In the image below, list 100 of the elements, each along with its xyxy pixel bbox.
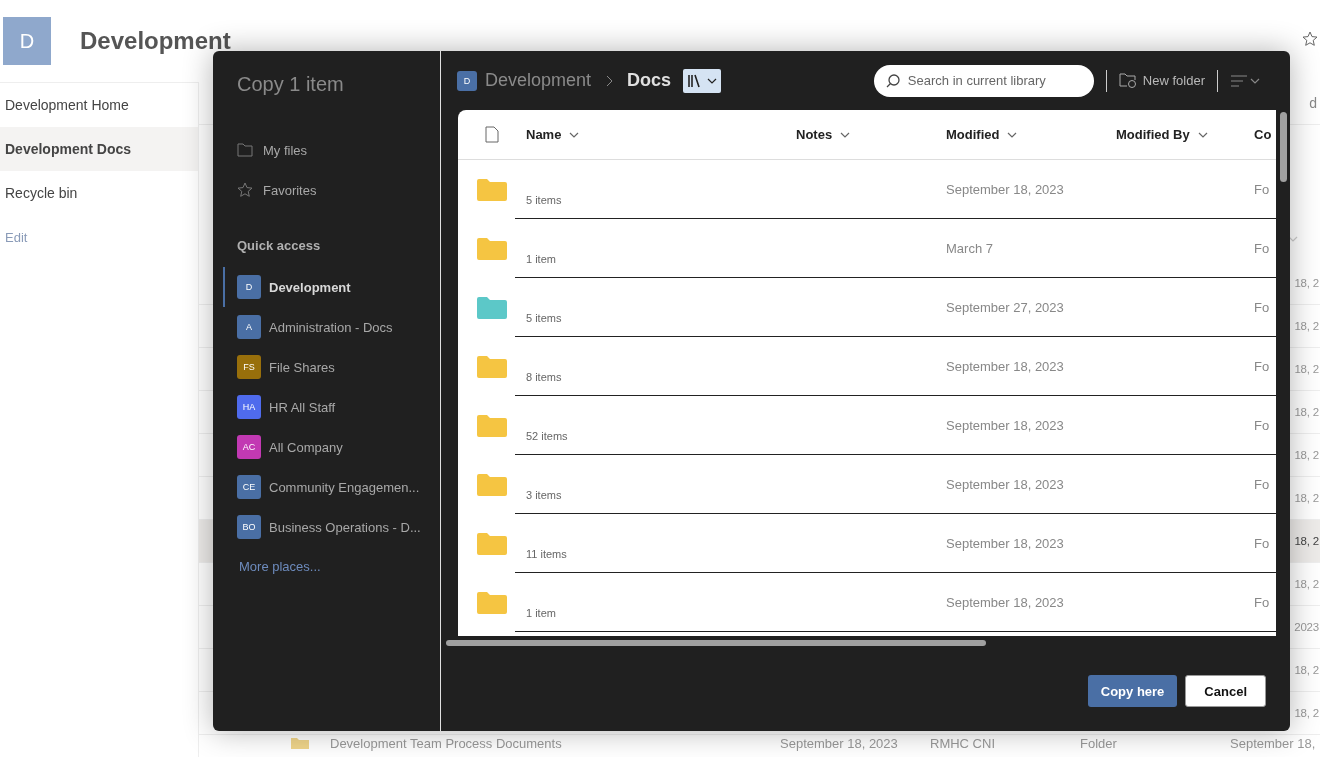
column-header[interactable]: Modified [946, 127, 1018, 142]
folder-row[interactable]: 1 item September 18, 2023 Fo [458, 573, 1276, 632]
quick-access-item[interactable]: HA HR All Staff [223, 387, 440, 427]
date-text: 18, 2 [1294, 320, 1320, 332]
folder-row[interactable]: 3 items September 18, 2023 Fo [458, 455, 1276, 514]
item-count: 5 items [526, 311, 562, 324]
item-count: 1 item [526, 252, 556, 265]
date-text: 18, 2 [1294, 363, 1320, 375]
breadcrumb-link[interactable]: Development [485, 70, 592, 91]
modified-date: March 7 [946, 241, 993, 256]
site-badge: CE [237, 475, 261, 499]
chevron-down-icon [569, 131, 580, 138]
site-badge: A [237, 315, 261, 339]
section-title: Quick access [237, 238, 322, 253]
column-header[interactable]: Notes [796, 127, 851, 142]
star-icon[interactable] [1302, 31, 1318, 47]
column-header: d [1309, 95, 1317, 111]
quick-access-item[interactable]: FS File Shares [223, 347, 440, 387]
item-count: 52 items [526, 429, 568, 442]
date-text: September 18, [1230, 735, 1317, 751]
date-text: 2023 [1294, 621, 1320, 633]
site-name: Development [269, 279, 351, 295]
folder-row[interactable]: 5 items September 27, 2023 Fo [458, 278, 1276, 337]
type-text: Fo [1254, 536, 1270, 551]
folder-add-icon [1118, 73, 1137, 88]
chevron-down-icon [1250, 77, 1260, 84]
date-text: 18, 2 [1294, 535, 1320, 547]
site-name: Administration - Docs [269, 319, 393, 335]
chevron-down-icon [1007, 131, 1018, 138]
view-menu-button[interactable] [1230, 74, 1260, 87]
nav-item[interactable]: Development Home [0, 83, 198, 127]
site-logo: D [3, 17, 51, 65]
type-text: Fo [1254, 418, 1270, 433]
type-text: Folder [1080, 735, 1118, 751]
modified-text: September 18, 2023 [780, 735, 899, 751]
site-badge: D [237, 275, 261, 299]
type-text: Fo [1254, 182, 1270, 197]
place-item[interactable]: Favorites [237, 170, 440, 210]
item-count: 3 items [526, 488, 562, 501]
more-places-link[interactable]: More places... [239, 559, 440, 574]
quick-access-item[interactable]: AC All Company [223, 427, 440, 467]
folder-row[interactable]: 52 items September 18, 2023 Fo [458, 396, 1276, 455]
chevron-down-icon [840, 131, 851, 138]
site-name: All Company [269, 439, 343, 455]
list-view-icon [1230, 74, 1248, 87]
modified-date: September 18, 2023 [946, 418, 1064, 433]
site-badge: HA [237, 395, 261, 419]
modified-date: September 18, 2023 [946, 182, 1064, 197]
type-text: Fo [1254, 300, 1270, 315]
column-header[interactable]: Modified By [1116, 127, 1208, 142]
site-title: Development [80, 27, 231, 55]
star-icon [237, 182, 253, 198]
column-header[interactable]: Co [1254, 127, 1272, 142]
site-badge: FS [237, 355, 261, 379]
date-text: 18, 2 [1294, 492, 1320, 504]
item-count: 5 items [526, 193, 562, 206]
type-text: Fo [1254, 477, 1270, 492]
chevron-down-icon [707, 77, 718, 84]
chevron-right-icon [605, 74, 614, 87]
site-badge: D [457, 70, 477, 91]
folder-row[interactable]: 1 item March 7 Fo [458, 219, 1276, 278]
date-text: 18, 2 [1294, 578, 1320, 590]
site-name: File Shares [269, 359, 335, 375]
folder-row[interactable]: 8 items September 18, 2023 Fo [458, 337, 1276, 396]
modified-date: September 27, 2023 [946, 300, 1064, 315]
item-count: 1 item [526, 606, 556, 619]
quick-access-item[interactable]: A Administration - Docs [223, 307, 440, 347]
new-folder-button[interactable]: New folder [1118, 73, 1205, 88]
horizontal-scrollbar[interactable] [446, 640, 986, 646]
date-text: 18, 2 [1294, 449, 1320, 461]
search-field[interactable]: Search in current library [873, 64, 1094, 97]
library-switcher-button[interactable] [683, 68, 722, 93]
modified-date: September 18, 2023 [946, 595, 1064, 610]
folder-icon [237, 143, 253, 157]
type-text: Fo [1254, 241, 1270, 256]
place-item[interactable]: My files [237, 130, 440, 170]
site-badge: BO [237, 515, 261, 539]
folder-row[interactable]: 5 items September 18, 2023 Fo [458, 160, 1276, 219]
site-badge: AC [237, 435, 261, 459]
modified-date: September 18, 2023 [946, 477, 1064, 492]
date-text: 18, 2 [1294, 707, 1320, 719]
folder-row[interactable]: 11 items September 18, 2023 Fo [458, 514, 1276, 573]
folder-icon [291, 737, 309, 749]
copy-here-button[interactable]: Copy here [1087, 675, 1178, 707]
breadcrumb-current: Docs [627, 70, 672, 91]
modified-date: September 18, 2023 [946, 359, 1064, 374]
quick-access-item[interactable]: D Development [223, 267, 440, 307]
column-header[interactable]: Name [526, 127, 580, 142]
item-count: 8 items [526, 370, 562, 383]
nav-item[interactable]: Development Docs [0, 127, 198, 171]
search-icon [885, 73, 900, 88]
quick-access-item[interactable]: BO Business Operations - D... [223, 507, 440, 547]
cancel-button[interactable]: Cancel [1185, 675, 1266, 707]
quick-access-item[interactable]: CE Community Engagemen... [223, 467, 440, 507]
nav-item[interactable]: Recycle bin [0, 171, 198, 215]
vertical-scrollbar[interactable] [1280, 112, 1287, 182]
type-text: Fo [1254, 359, 1270, 374]
modified-date: September 18, 2023 [946, 536, 1064, 551]
author-text: RMHC CNI [930, 735, 996, 751]
date-text: 18, 2 [1294, 664, 1320, 676]
